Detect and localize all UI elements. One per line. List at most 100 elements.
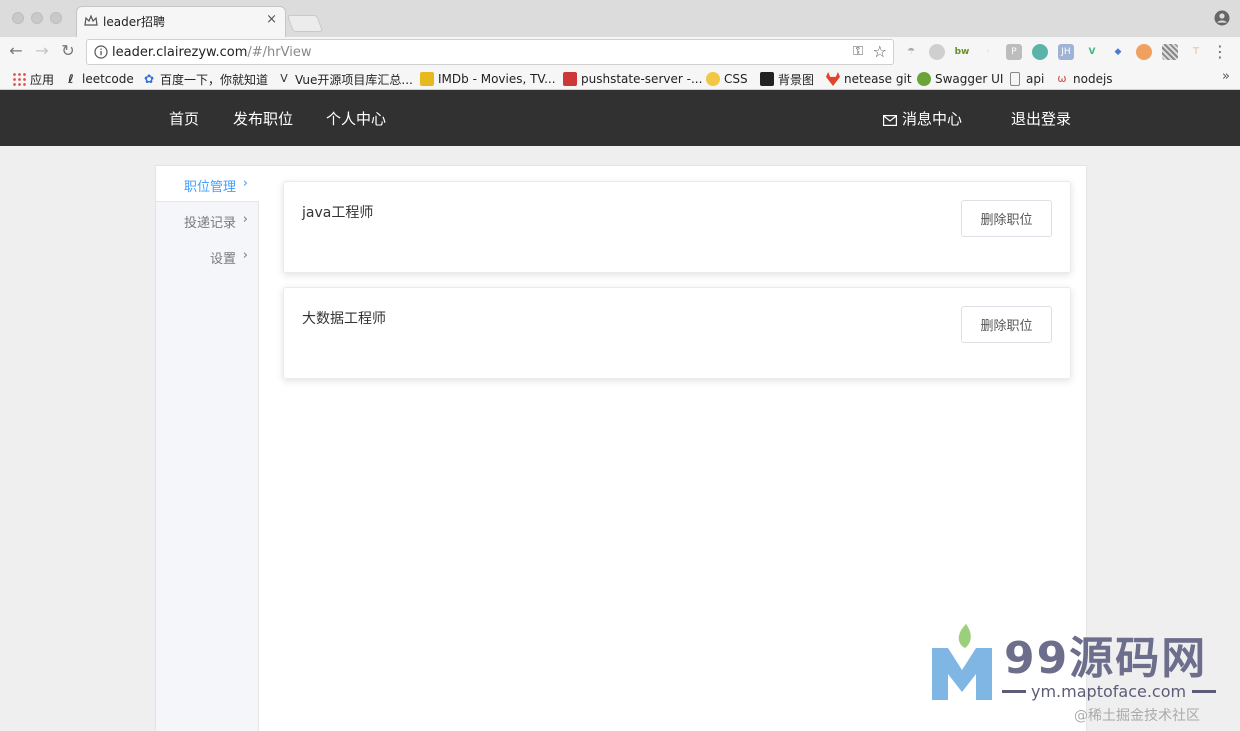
browser-tab[interactable]: leader招聘 ×: [76, 6, 286, 37]
browser-tab-bar: leader招聘 ×: [0, 0, 1240, 37]
sidebar-item-applications[interactable]: 投递记录 ›: [183, 212, 248, 231]
npm-icon: [563, 72, 577, 86]
job-card: java工程师 删除职位: [283, 181, 1071, 273]
chevron-right-icon: ›: [242, 248, 248, 263]
bookmark-imdb[interactable]: IMDb - Movies, TV...: [420, 70, 556, 88]
bookmark-label: 背景图: [778, 72, 815, 87]
bookmark-apps[interactable]: 应用: [12, 70, 54, 88]
bookmark-label: Vue开源项目库汇总...: [295, 72, 413, 87]
dot-extension-icon[interactable]: ·: [980, 44, 996, 60]
tab-title: leader招聘: [103, 15, 166, 29]
bookmark-label: netease git: [844, 72, 912, 86]
swagger-icon: [917, 72, 931, 86]
vue-icon: V: [280, 72, 288, 85]
job-title: 大数据工程师: [302, 311, 386, 327]
tab-close-icon[interactable]: ×: [266, 12, 277, 27]
url-text: leader.clairezyw.com/#/hrView: [112, 45, 311, 60]
delete-job-button[interactable]: 删除职位: [961, 200, 1052, 237]
p-extension-icon[interactable]: P: [1006, 44, 1022, 60]
url-path: /#/hrView: [247, 45, 312, 60]
qr-code-icon[interactable]: [1162, 44, 1178, 60]
css-icon: [706, 72, 720, 86]
sidebar-item-label: 投递记录: [183, 216, 236, 231]
bookmark-api[interactable]: api: [1010, 70, 1044, 88]
bookmark-baidu[interactable]: ✿ 百度一下，你就知道: [142, 70, 268, 88]
settings-extension-icon[interactable]: [929, 44, 945, 60]
pin-extension-icon[interactable]: ⊤: [1188, 44, 1204, 60]
mail-icon: [883, 115, 897, 126]
sidebar-item-job-management[interactable]: 职位管理 ›: [183, 176, 248, 195]
leetcode-icon: ℓ: [68, 72, 74, 86]
info-icon[interactable]: [94, 45, 108, 59]
jh-extension-icon[interactable]: JH: [1058, 44, 1074, 60]
forward-arrow-icon[interactable]: →: [32, 41, 52, 61]
sidebar-item-settings[interactable]: 设置 ›: [209, 248, 248, 267]
bookmark-background[interactable]: 背景图: [760, 70, 814, 88]
bookmark-nodejs[interactable]: ω nodejs: [1055, 70, 1113, 88]
chevron-right-icon: ›: [242, 212, 248, 227]
bw-extension-icon[interactable]: bw: [954, 44, 970, 60]
account-icon[interactable]: [1214, 10, 1230, 26]
browser-menu-icon[interactable]: ⋮: [1212, 42, 1228, 61]
bookmark-pushstate[interactable]: pushstate-server -...: [563, 70, 702, 88]
bookmark-label: 百度一下，你就知道: [160, 72, 269, 87]
watermark-credit: @稀土掘金技术社区: [1074, 708, 1200, 724]
bookmark-vue[interactable]: V Vue开源项目库汇总...: [277, 70, 413, 88]
reload-icon[interactable]: ↻: [58, 41, 78, 61]
bookmark-label: leetcode: [82, 72, 134, 86]
new-tab-button[interactable]: [286, 15, 324, 32]
window-maximize-button[interactable]: [50, 12, 62, 24]
job-title: java工程师: [302, 205, 374, 221]
nav-home[interactable]: 首页: [169, 108, 199, 129]
bookmark-label: pushstate-server -...: [581, 72, 703, 86]
sidebar-item-label: 职位管理: [183, 180, 236, 195]
window-close-button[interactable]: [12, 12, 24, 24]
bookmark-label: IMDb - Movies, TV...: [438, 72, 556, 86]
apps-grid-icon: [12, 72, 26, 86]
browser-toolbar: ← → ↻ leader.clairezyw.com/#/hrView ⚿ ☆ …: [0, 37, 1240, 67]
sidebar-item-label: 设置: [209, 252, 236, 267]
window-minimize-button[interactable]: [31, 12, 43, 24]
baidu-paw-icon: ✿: [143, 72, 155, 86]
crown-icon: [84, 14, 98, 26]
bookmark-leetcode[interactable]: ℓ leetcode: [64, 70, 134, 88]
sidebar: 职位管理 › 投递记录 › 设置 ›: [156, 166, 259, 731]
key-icon[interactable]: ⚿: [853, 44, 863, 59]
nav-messages[interactable]: 消息中心: [883, 108, 962, 129]
bookmark-css[interactable]: CSS: [706, 70, 748, 88]
imdb-icon: [420, 72, 434, 86]
watermark-line-left: [1002, 690, 1026, 693]
nav-messages-label: 消息中心: [902, 110, 963, 128]
nav-logout[interactable]: 退出登录: [1011, 108, 1071, 129]
umbrella-extension-icon[interactable]: ☂: [903, 44, 919, 60]
vue-devtools-icon[interactable]: V: [1084, 44, 1100, 60]
bookmark-label: Swagger UI: [935, 72, 1004, 86]
camera-icon: [760, 72, 774, 86]
back-arrow-icon[interactable]: ←: [6, 41, 26, 61]
watermark-title: 99源码网: [1004, 633, 1208, 684]
job-card: 大数据工程师 删除职位: [283, 287, 1071, 379]
delete-job-button[interactable]: 删除职位: [961, 306, 1052, 343]
shield-extension-icon[interactable]: ◆: [1110, 44, 1126, 60]
nav-profile[interactable]: 个人中心: [326, 108, 386, 129]
bookmark-label: nodejs: [1073, 72, 1113, 86]
watermark-line-right: [1192, 690, 1216, 693]
bookmark-label: 应用: [30, 72, 55, 87]
bookmarks-bar: 应用 ℓ leetcode ✿ 百度一下，你就知道 V Vue开源项目库汇总... I…: [0, 67, 1240, 90]
bookmark-star-icon[interactable]: ☆: [873, 42, 887, 61]
nav-post-job[interactable]: 发布职位: [233, 108, 293, 129]
bookmark-netease-git[interactable]: netease git: [826, 70, 912, 88]
url-host: leader.clairezyw.com: [112, 45, 248, 60]
bookmark-label: CSS: [724, 72, 748, 86]
bookmark-swagger[interactable]: Swagger UI: [917, 70, 1003, 88]
app-header: 首页 发布职位 个人中心 消息中心 退出登录: [0, 90, 1240, 146]
bookmark-label: api: [1026, 72, 1045, 86]
orange-extension-icon[interactable]: [1136, 44, 1152, 60]
nodejs-icon: ω: [1057, 72, 1067, 85]
watermark-logo: [932, 624, 992, 700]
circle-extension-icon[interactable]: [1032, 44, 1048, 60]
bookmarks-more-icon[interactable]: »: [1222, 69, 1230, 84]
address-bar[interactable]: leader.clairezyw.com/#/hrView ⚿ ☆: [86, 39, 894, 65]
gitlab-icon: [826, 72, 840, 86]
watermark-url: ym.maptoface.com: [1031, 682, 1187, 701]
